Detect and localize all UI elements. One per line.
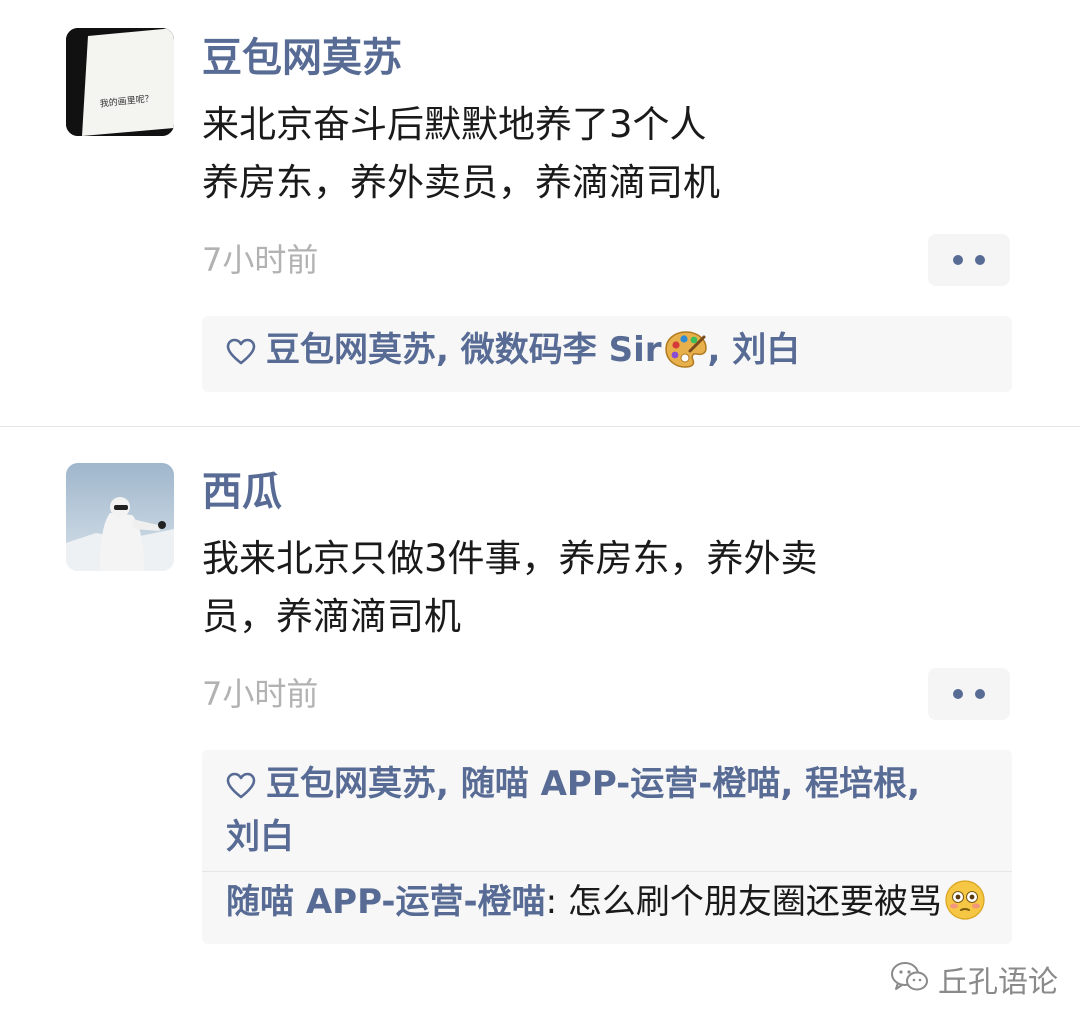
watermark: 丘孔语论	[890, 960, 1058, 1005]
more-button[interactable]	[928, 234, 1010, 286]
like-user[interactable]: 刘白	[226, 817, 294, 857]
more-dots-icon	[975, 689, 985, 699]
post-time: 7小时前	[202, 675, 319, 713]
separator: ,	[780, 764, 794, 804]
likes-row: 豆包网莫苏, 随喵 APP-运营-橙喵, 程培根, 刘白	[202, 750, 1012, 871]
separator: ,	[907, 764, 921, 804]
more-dots-icon	[975, 255, 985, 265]
post-content-line: 养房东，养外卖员，养滴滴司机	[202, 161, 720, 204]
post-author[interactable]: 西瓜	[202, 468, 282, 516]
separator: ,	[436, 764, 449, 804]
more-dots-icon	[953, 689, 963, 699]
like-user[interactable]: 微数码李 Sir	[461, 330, 708, 370]
like-user[interactable]: 随喵 APP-运营-橙喵	[461, 764, 781, 804]
wechat-logo-icon	[890, 960, 930, 1005]
comment-text: 怎么刷个朋友圈还要被骂	[567, 882, 942, 922]
likes-panel: 豆包网莫苏, 随喵 APP-运营-橙喵, 程培根, 刘白 随喵 APP-运营-橙…	[202, 750, 1012, 944]
like-user[interactable]: 程培根	[805, 764, 907, 804]
watermark-text: 丘孔语论	[938, 964, 1058, 1000]
post-time: 7小时前	[202, 241, 319, 279]
likes-row: 豆包网莫苏, 微数码李 Sir , 刘白	[202, 316, 1012, 392]
avatar-image: 我的画里呢？	[66, 28, 174, 136]
avatar[interactable]: 我的画里呢？	[66, 28, 174, 136]
like-user[interactable]: 刘白	[732, 330, 800, 370]
post-content-line: 来北京奋斗后默默地养了3个人	[202, 103, 707, 146]
comment-colon: :	[545, 882, 558, 922]
post-divider	[0, 426, 1080, 427]
more-button[interactable]	[928, 668, 1010, 720]
like-user[interactable]: 豆包网莫苏	[266, 330, 436, 370]
avatar-image	[66, 463, 174, 571]
artist-palette-emoji	[664, 329, 708, 382]
post-author[interactable]: 豆包网莫苏	[202, 34, 402, 82]
flushed-face-emoji	[944, 879, 986, 934]
like-user-label: 微数码李 Sir	[460, 330, 662, 370]
heart-outline-icon	[226, 331, 256, 379]
separator: ,	[436, 330, 449, 370]
heart-outline-icon	[226, 765, 256, 813]
likes-panel: 豆包网莫苏, 微数码李 Sir , 刘白	[202, 316, 1012, 392]
post-content: 我来北京只做3件事，养房东，养外卖 员，养滴滴司机	[202, 530, 1022, 646]
post-content-line: 我来北京只做3件事，养房东，养外卖	[202, 537, 818, 580]
post-content-line: 员，养滴滴司机	[202, 595, 461, 638]
more-dots-icon	[953, 255, 963, 265]
comment-author[interactable]: 随喵 APP-运营-橙喵	[226, 882, 546, 922]
avatar[interactable]	[66, 463, 174, 571]
post-content: 来北京奋斗后默默地养了3个人 养房东，养外卖员，养滴滴司机	[202, 96, 1022, 212]
like-user[interactable]: 豆包网莫苏	[266, 764, 436, 804]
comment-row[interactable]: 随喵 APP-运营-橙喵: 怎么刷个朋友圈还要被骂	[202, 871, 1012, 944]
separator: ,	[707, 330, 721, 370]
